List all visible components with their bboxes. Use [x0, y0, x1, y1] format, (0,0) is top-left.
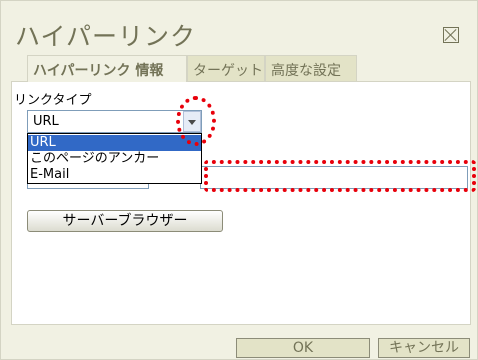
dialog-title: ハイパーリンク [15, 22, 197, 51]
tab-target[interactable]: ターゲット [187, 55, 265, 81]
tab-advanced[interactable]: 高度な設定 [265, 55, 357, 81]
ok-button[interactable]: OK [236, 338, 370, 358]
link-type-label: リンクタイプ [14, 93, 92, 108]
dropdown-option-anchor[interactable]: このページのアンカー [28, 151, 201, 167]
link-type-select[interactable]: URL [27, 110, 202, 133]
tab-hyperlink-info[interactable]: ハイパーリンク 情報 [27, 55, 187, 82]
dropdown-option-url[interactable]: URL [28, 135, 201, 151]
close-icon[interactable] [443, 27, 459, 43]
chevron-down-icon[interactable] [183, 111, 201, 132]
link-type-dropdown: URL このページのアンカー E-Mail [27, 133, 202, 184]
server-browser-button[interactable]: サーバーブラウザー [27, 210, 223, 232]
dropdown-option-email[interactable]: E-Mail [28, 167, 201, 183]
url-input[interactable] [200, 166, 468, 189]
cancel-button[interactable]: キャンセル [378, 338, 470, 358]
